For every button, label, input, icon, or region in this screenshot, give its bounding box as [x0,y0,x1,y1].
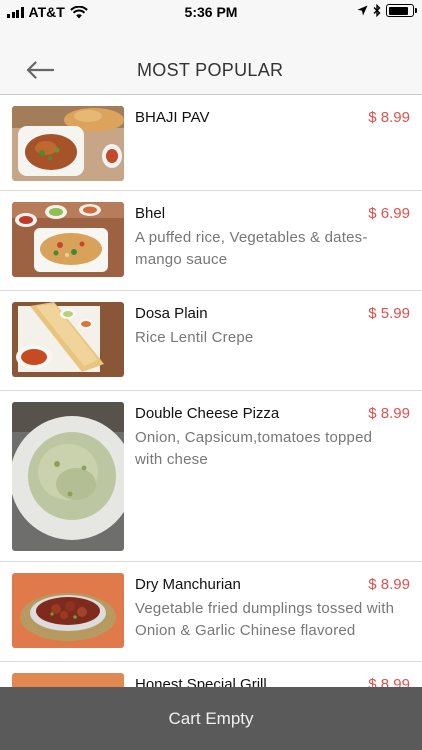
battery-fill [388,6,409,15]
menu-list[interactable]: BHAJI PAV $ 8.99 Bhel $ 6.99 A puffed ri… [0,95,422,687]
bluetooth-icon [373,4,381,17]
cart-bar[interactable]: Cart Empty [0,687,422,750]
menu-item-bhaji-pav[interactable]: BHAJI PAV $ 8.99 [0,95,422,191]
food-photo [12,106,124,181]
location-arrow-icon [357,5,368,16]
item-description: Vegetable fried dumplings tossed with On… [135,600,395,639]
item-price: $ 8.99 [368,676,410,687]
menu-item-double-cheese-pizza[interactable]: Double Cheese Pizza $ 8.99 Onion, Capsic… [0,391,422,562]
item-name: Honest Special Grill [135,676,267,687]
item-price: $ 5.99 [368,305,410,322]
item-price: $ 8.99 [368,405,410,422]
food-photo [12,573,124,648]
food-photo [12,202,124,277]
back-arrow-icon [26,61,54,79]
item-price: $ 6.99 [368,205,410,222]
cart-status-label: Cart Empty [168,708,254,728]
food-photo [12,673,124,687]
item-price: $ 8.99 [368,109,410,126]
item-name: Double Cheese Pizza [135,405,280,422]
item-description: Rice Lentil Crepe [135,329,254,346]
menu-item-bhel[interactable]: Bhel $ 6.99 A puffed rice, Vegetables & … [0,191,422,291]
status-bar: AT&T 5:36 PM [0,0,422,24]
menu-item-dosa-plain[interactable]: Dosa Plain $ 5.99 Rice Lentil Crepe [0,291,422,391]
status-right [357,4,417,17]
item-name: Dosa Plain [135,305,208,322]
item-name: Bhel [135,205,166,222]
menu-item-honest-special-grill[interactable]: Honest Special Grill $ 8.99 [0,662,422,687]
battery-icon [386,4,417,17]
back-button[interactable] [26,52,74,88]
item-name: BHAJI PAV [135,109,210,126]
food-photo [12,302,124,377]
item-description: A puffed rice, Vegetables & dates-mango … [135,229,368,268]
navigation-bar: MOST POPULAR [0,24,422,95]
item-description: Onion, Capsicum,tomatoes topped with che… [135,429,373,468]
item-name: Dry Manchurian [135,576,241,593]
menu-item-dry-manchurian[interactable]: Dry Manchurian $ 8.99 Vegetable fried du… [0,562,422,662]
item-price: $ 8.99 [368,576,410,593]
food-photo [12,402,124,551]
page-title: MOST POPULAR [137,60,284,80]
